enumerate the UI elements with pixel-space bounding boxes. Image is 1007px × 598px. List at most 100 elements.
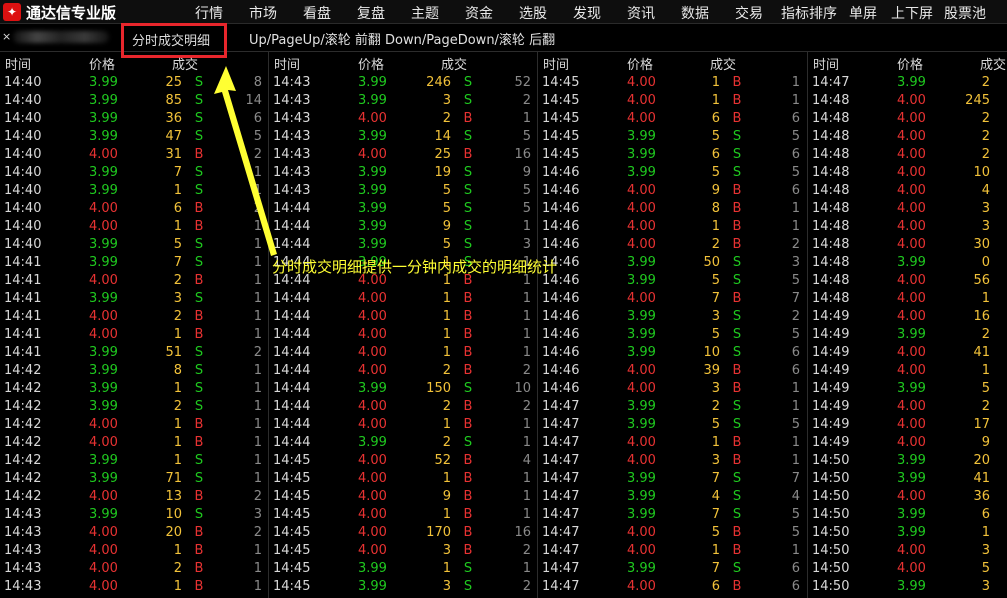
cell-price: 3.99 <box>89 507 118 522</box>
cell-volume: 1 <box>173 543 182 558</box>
cell-count: 6 <box>791 147 800 162</box>
cell-volume: 1 <box>442 345 451 360</box>
menu-item-5[interactable]: 资金 <box>465 3 493 23</box>
cell-price: 4.00 <box>358 489 387 504</box>
cell-count: 1 <box>253 255 262 270</box>
cell-count: 1 <box>791 93 800 108</box>
cell-time: 14:50 <box>812 579 850 594</box>
cell-price: 3.99 <box>627 507 656 522</box>
cell-volume: 2 <box>173 273 182 288</box>
cell-count: 6 <box>791 183 800 198</box>
cell-count: 1 <box>522 327 531 342</box>
cell-volume: 2 <box>711 399 720 414</box>
cell-time: 14:40 <box>4 93 42 108</box>
menu-item-1[interactable]: 市场 <box>249 3 277 23</box>
cell-count: 1 <box>791 435 800 450</box>
cell-count: 5 <box>253 129 262 144</box>
cell-price: 3.99 <box>627 129 656 144</box>
cell-direction: B <box>732 291 742 306</box>
cell-count: 1 <box>253 471 262 486</box>
cell-price: 4.00 <box>358 417 387 432</box>
cell-price: 4.00 <box>358 345 387 360</box>
cell-price: 4.00 <box>627 291 656 306</box>
cell-price: 4.00 <box>627 201 656 216</box>
cell-direction: B <box>732 363 742 378</box>
cell-price: 4.00 <box>627 111 656 126</box>
cell-time: 14:47 <box>542 471 580 486</box>
menu-item-13[interactable]: 上下屏 <box>891 3 933 23</box>
cell-count: 3 <box>522 237 531 252</box>
cell-time: 14:44 <box>273 381 311 396</box>
cell-count: 2 <box>253 201 262 216</box>
menu-item-7[interactable]: 发现 <box>573 3 601 23</box>
cell-count: 2 <box>522 363 531 378</box>
cell-price: 4.00 <box>358 471 387 486</box>
cell-volume: 6 <box>711 111 720 126</box>
cell-count: 1 <box>522 471 531 486</box>
cell-count: 1 <box>522 561 531 576</box>
annotation-highlight-box <box>121 23 227 58</box>
menu-item-6[interactable]: 选股 <box>519 3 547 23</box>
cell-direction: B <box>194 147 204 162</box>
cell-direction: B <box>463 471 473 486</box>
cell-time: 14:46 <box>542 309 580 324</box>
cell-count: 1 <box>791 399 800 414</box>
cell-volume: 52 <box>434 453 451 468</box>
cell-time: 14:49 <box>812 363 850 378</box>
cell-direction: S <box>194 165 204 180</box>
menu-item-4[interactable]: 主题 <box>411 3 439 23</box>
cell-direction: B <box>732 381 742 396</box>
cell-volume: 2 <box>442 111 451 126</box>
cell-direction: S <box>194 363 204 378</box>
cell-price: 3.99 <box>627 399 656 414</box>
cell-time: 14:46 <box>542 165 580 180</box>
menu-item-10[interactable]: 交易 <box>735 3 763 23</box>
cell-volume: 3 <box>442 579 451 594</box>
menu-item-11[interactable]: 指标排序 <box>781 3 837 23</box>
menu-item-2[interactable]: 看盘 <box>303 3 331 23</box>
cell-time: 14:48 <box>812 201 850 216</box>
cell-volume: 3 <box>711 309 720 324</box>
cell-price: 4.00 <box>89 327 118 342</box>
cell-time: 14:45 <box>542 93 580 108</box>
cell-volume: 51 <box>165 345 182 360</box>
menu-item-9[interactable]: 数据 <box>681 3 709 23</box>
cell-price: 3.99 <box>358 75 387 90</box>
menu-item-12[interactable]: 单屏 <box>849 3 877 23</box>
cell-volume: 7 <box>711 291 720 306</box>
menu-item-14[interactable]: 股票池 <box>944 3 986 23</box>
cell-time: 14:48 <box>812 147 850 162</box>
cell-time: 14:45 <box>542 75 580 90</box>
cell-volume: 1 <box>442 327 451 342</box>
cell-price: 4.00 <box>89 417 118 432</box>
cell-volume: 1 <box>173 417 182 432</box>
cell-price: 4.00 <box>627 363 656 378</box>
cell-time: 14:48 <box>812 165 850 180</box>
cell-time: 14:44 <box>273 363 311 378</box>
cell-time: 14:42 <box>4 363 42 378</box>
cell-count: 9 <box>522 165 531 180</box>
cell-price: 3.99 <box>89 453 118 468</box>
menu-item-0[interactable]: 行情 <box>195 3 223 23</box>
cell-direction: B <box>463 345 473 360</box>
menu-item-8[interactable]: 资讯 <box>627 3 655 23</box>
cell-count: 2 <box>522 579 531 594</box>
cell-time: 14:48 <box>812 129 850 144</box>
menu-item-3[interactable]: 复盘 <box>357 3 385 23</box>
cell-count: 1 <box>253 219 262 234</box>
cell-time: 14:42 <box>4 417 42 432</box>
cell-count: 1 <box>522 507 531 522</box>
cell-direction: B <box>194 327 204 342</box>
cell-time: 14:43 <box>273 147 311 162</box>
cell-direction: S <box>463 93 473 108</box>
cell-time: 14:49 <box>812 327 850 342</box>
cell-volume: 6 <box>711 147 720 162</box>
cell-volume: 8 <box>173 363 182 378</box>
cell-volume: 1 <box>442 309 451 324</box>
cell-count: 16 <box>514 147 531 162</box>
cell-time: 14:46 <box>542 183 580 198</box>
cell-time: 14:49 <box>812 309 850 324</box>
close-icon[interactable]: × <box>2 30 11 43</box>
cell-price: 4.00 <box>897 111 926 126</box>
cell-direction: S <box>194 381 204 396</box>
